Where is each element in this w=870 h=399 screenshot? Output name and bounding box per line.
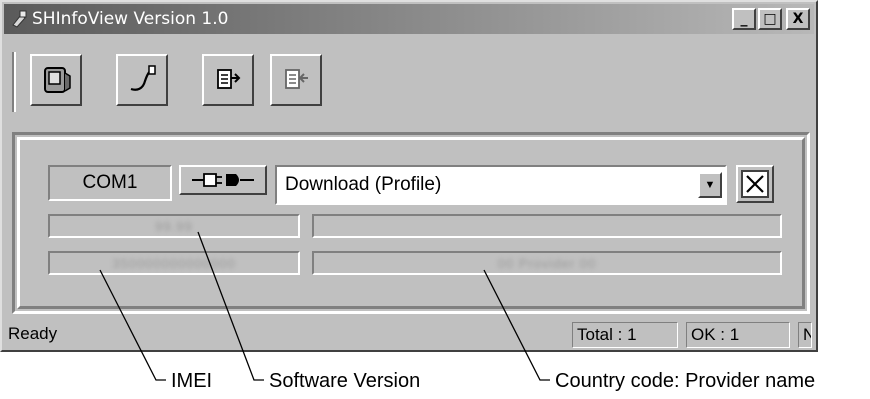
country-provider-annotation: Country code: Provider name bbox=[555, 370, 816, 392]
software-version-annotation: Software Version bbox=[269, 370, 421, 392]
imei-annotation: IMEI bbox=[171, 370, 213, 392]
annotation-leaders bbox=[99, 231, 550, 381]
